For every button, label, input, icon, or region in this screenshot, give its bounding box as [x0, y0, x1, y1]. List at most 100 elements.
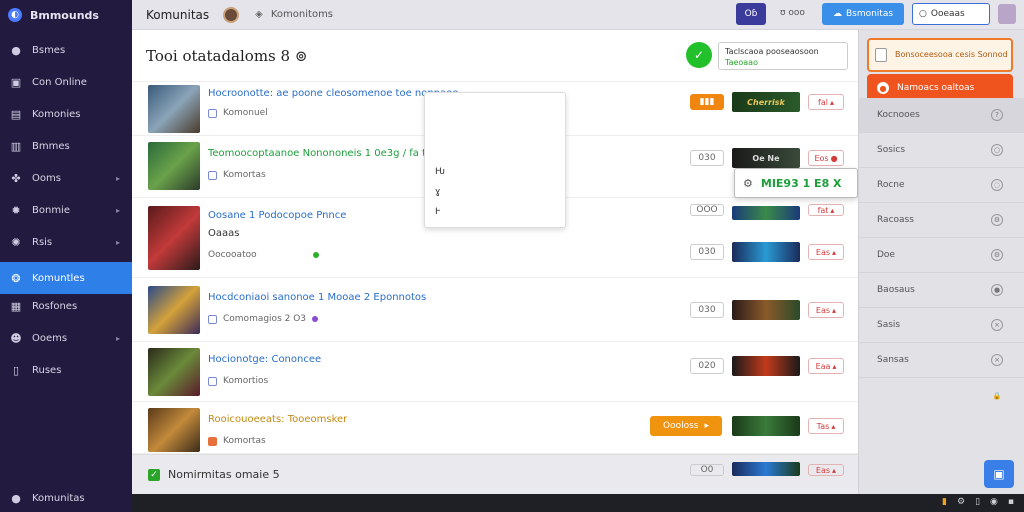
- right-panel-item[interactable]: Sosics ○: [859, 133, 1024, 168]
- row-banner: Oe Ne: [732, 148, 800, 168]
- chevron-right-icon: ▸: [115, 173, 120, 183]
- right-panel-item[interactable]: Sasis ×: [859, 308, 1024, 343]
- sidebar-item-label: Con Online: [32, 76, 87, 88]
- row-title[interactable]: Oosane 1 Podocopoe Pnnce: [208, 210, 346, 221]
- row-count-badge[interactable]: 030: [690, 302, 724, 318]
- dropdown-item-3[interactable]: Ⱶ: [435, 207, 441, 217]
- taskbar: ▮ ⚙ ▯ ◉ ▪: [132, 494, 1024, 512]
- alert-text: Bonsoceesooa cesis Sonnod: [895, 50, 1008, 59]
- extra-tag[interactable]: Eas ▴: [808, 464, 844, 476]
- row-title[interactable]: Teomoocoptaanoe Nonononeis 1 0e3g / fa t…: [208, 148, 432, 159]
- sidebar-item-label: Rsis: [32, 236, 53, 248]
- sidebar-item-9[interactable]: ▦ Rosfones: [0, 290, 132, 322]
- right-panel-item[interactable]: Racoass ⚙: [859, 203, 1024, 238]
- row-sub-label: Komortas: [223, 436, 266, 446]
- diamond-icon: ◈: [255, 9, 263, 20]
- brand[interactable]: ◐ Bmmounds: [0, 0, 132, 30]
- row-tag[interactable]: Eas ▴: [808, 302, 844, 318]
- flag-icon: ▴: [832, 361, 837, 371]
- row-count-badge[interactable]: ▮▮▮: [690, 94, 724, 110]
- list-item[interactable]: Rooicouoeeats: Tooeomsker Komortas Ooolo…: [132, 402, 858, 454]
- sidebar-item-4[interactable]: ▥ Bmmes: [0, 130, 132, 162]
- sidebar-item-5[interactable]: ✤ Ooms ▸: [0, 162, 132, 194]
- dropdown-item-1[interactable]: Ƕ: [435, 167, 445, 177]
- window-icon[interactable]: ▯: [975, 497, 980, 507]
- avatar[interactable]: [223, 6, 240, 23]
- right-panel-item[interactable]: Doe ⚙: [859, 238, 1024, 273]
- sidebar-item-10[interactable]: ☻ Ooems ▸: [0, 322, 132, 354]
- sidebar-item-label: Komunitas: [32, 492, 85, 504]
- tooltip: ⚙ MIE93 1 E8 X: [734, 168, 858, 198]
- right-panel-item[interactable]: 🔒: [859, 378, 1024, 413]
- row-tag[interactable]: fal ▴: [808, 94, 844, 110]
- game-thumbnail: [148, 85, 200, 133]
- topbar-primary-button[interactable]: ☁ Bsmonitas: [822, 3, 904, 25]
- row-sub: Komortas: [208, 436, 266, 446]
- checkbox-checked-icon[interactable]: ✓: [148, 468, 160, 481]
- list-item[interactable]: Hocionotge: Cononcee Komortios 020 Eaa ▴: [132, 342, 858, 402]
- row-tag-2[interactable]: Eas ▴: [808, 244, 844, 260]
- row-sub-label: Komortios: [223, 376, 269, 386]
- sidebar-item-11[interactable]: ▯ Ruses: [0, 354, 132, 386]
- extra-banner: [732, 462, 800, 476]
- row-title[interactable]: Hocionotge: Cononcee: [208, 354, 321, 365]
- dropdown-menu: Ƕ ɣ Ⱶ: [424, 92, 566, 228]
- grid-icon: ▯: [12, 363, 20, 377]
- topbar-dark-button[interactable]: Oɓ: [736, 3, 766, 25]
- row-tag[interactable]: fat ▴: [808, 204, 844, 216]
- row-tag[interactable]: Eaa ▴: [808, 358, 844, 374]
- info-icon: ?: [991, 109, 1003, 121]
- breadcrumb[interactable]: Komonitoms: [271, 9, 333, 20]
- sidebar-footer-komunitas[interactable]: ● Komunitas: [0, 482, 132, 512]
- doc-icon: [208, 108, 217, 118]
- power-icon[interactable]: ▪: [1008, 497, 1014, 507]
- row-title[interactable]: Hocdconiaoi sanonoe 1 Mooae 2 Eponnotos: [208, 292, 426, 303]
- search-input[interactable]: ○ Ooeaas: [912, 3, 990, 25]
- notification-icon[interactable]: ◉: [990, 497, 998, 507]
- right-panel-item[interactable]: Sansas ×: [859, 343, 1024, 378]
- row-title-line-2-text: Oaaas: [208, 228, 240, 239]
- row-count-badge[interactable]: 020: [690, 358, 724, 374]
- row-count-badge[interactable]: 030: [690, 150, 724, 166]
- game-thumbnail: [148, 348, 200, 396]
- row-title[interactable]: Rooicouoeeats: Tooeomsker: [208, 414, 347, 425]
- row-tag[interactable]: Eos ●: [808, 150, 844, 166]
- row-count-badge-2[interactable]: 030: [690, 244, 724, 260]
- right-panel-item[interactable]: Baosaus ●: [859, 273, 1024, 308]
- right-panel: Bonsoceesooa cesis Sonnod ● Namoacs oalt…: [858, 30, 1024, 500]
- right-panel-item[interactable]: Kocnooes?: [859, 98, 1024, 133]
- flag-icon: ●: [830, 153, 838, 163]
- sidebar-item-1[interactable]: ● Bsmes: [0, 34, 132, 66]
- row-title[interactable]: Hocroonotte: ae poone cleosomenoe toe no…: [208, 88, 458, 99]
- dropdown-item-2[interactable]: ɣ: [435, 187, 440, 197]
- chevron-right-icon: ▸: [115, 333, 120, 343]
- check-circle-icon[interactable]: ✓: [686, 42, 712, 68]
- main-header: Tooi otatadaloms 8 ⊚ ✓ Taclscaoa pooseao…: [132, 30, 858, 82]
- tooltip-text: MIE93 1 E8 X: [760, 176, 842, 190]
- folder-icon[interactable]: ▮: [942, 497, 947, 507]
- floating-action-button[interactable]: ▣: [984, 460, 1014, 488]
- right-item-label: Sansas: [877, 355, 909, 365]
- sidebar-item-3[interactable]: ▤ Komonies: [0, 98, 132, 130]
- doc-icon: [208, 314, 217, 324]
- user-avatar[interactable]: [998, 4, 1016, 24]
- row-count-badge[interactable]: OOO: [690, 204, 724, 216]
- gear-icon: ⚙: [991, 214, 1003, 226]
- sidebar-item-2[interactable]: ▣ Con Online: [0, 66, 132, 98]
- row-action-button[interactable]: Oooloss ▸: [650, 416, 722, 436]
- settings-icon[interactable]: ⚙: [957, 497, 965, 507]
- notice-line-2: Taeoaao: [725, 58, 758, 67]
- list-item[interactable]: Hocdconiaoi sanonoe 1 Mooae 2 Eponnotos …: [132, 278, 858, 342]
- right-item-label: Baosaus: [877, 285, 915, 295]
- brand-name: Bmmounds: [30, 8, 99, 22]
- arrow-icon: ▸: [704, 421, 709, 431]
- search-value: Ooeaas: [930, 9, 965, 19]
- close-icon: ×: [991, 319, 1003, 331]
- sidebar-item-7[interactable]: ✺ Rsis ▸: [0, 226, 132, 258]
- row-tag[interactable]: Tas ▴: [808, 418, 844, 434]
- right-panel-item[interactable]: Rocne ◌: [859, 168, 1024, 203]
- sidebar-item-6[interactable]: ✹ Bonmie ▸: [0, 194, 132, 226]
- sidebar-item-label: Bmmes: [32, 140, 70, 152]
- row-title-text: Hocdconiaoi sanonoe 1 Mooae 2 Eponnotos: [208, 292, 427, 303]
- extra-count-badge[interactable]: O0: [690, 464, 724, 476]
